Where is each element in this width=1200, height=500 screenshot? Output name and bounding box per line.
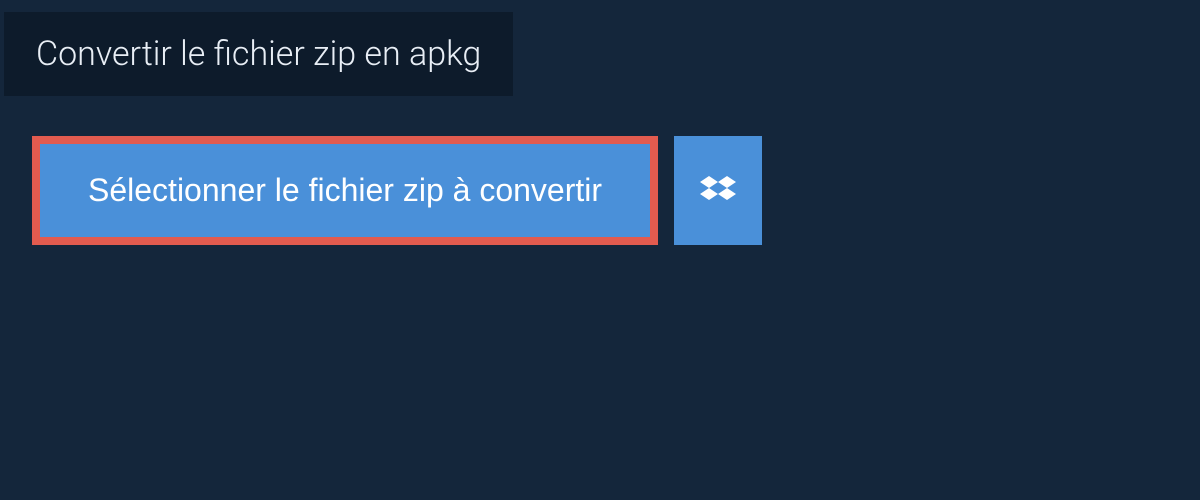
header-tab: Convertir le fichier zip en apkg xyxy=(4,12,513,96)
dropbox-button[interactable] xyxy=(674,136,762,245)
page-title: Convertir le fichier zip en apkg xyxy=(36,34,481,74)
select-button-highlight: Sélectionner le fichier zip à convertir xyxy=(32,136,658,245)
button-container: Sélectionner le fichier zip à convertir xyxy=(32,136,1200,245)
select-file-button[interactable]: Sélectionner le fichier zip à convertir xyxy=(40,144,650,237)
dropbox-icon xyxy=(700,173,736,209)
